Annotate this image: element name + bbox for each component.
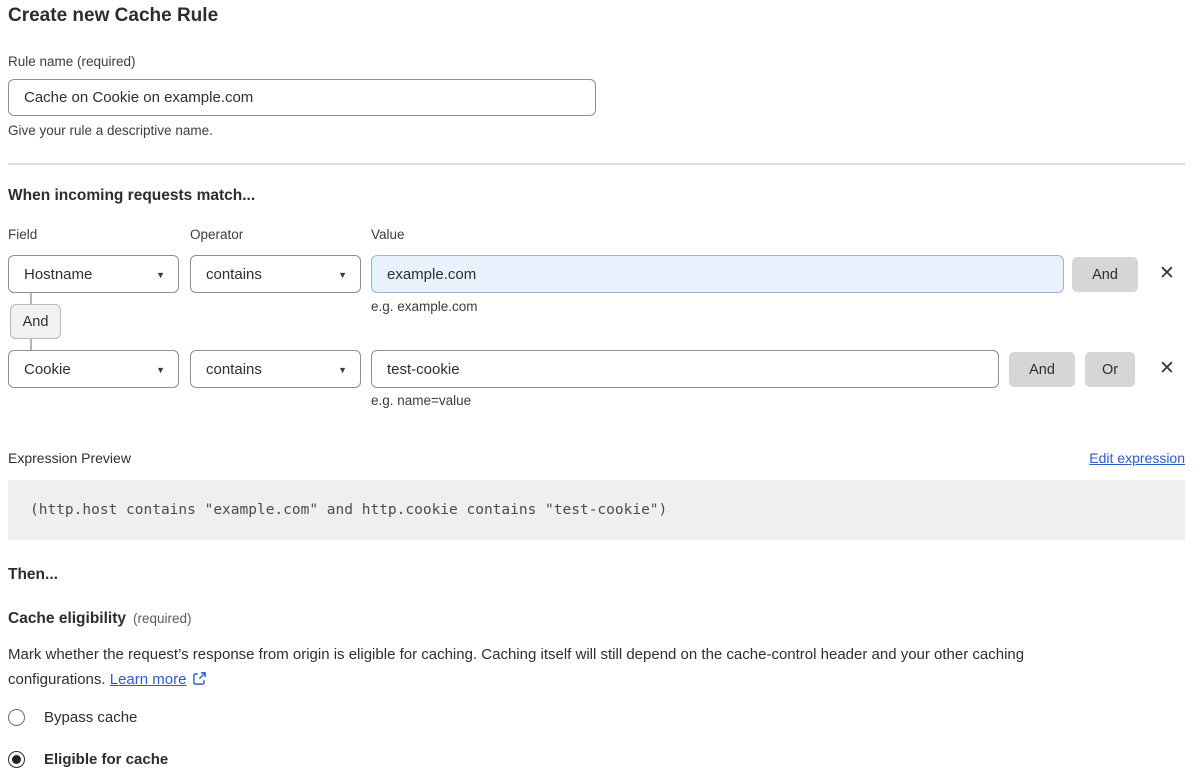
operator-select-row2-value: contains bbox=[206, 361, 262, 378]
chevron-down-icon: ▼ bbox=[338, 269, 347, 280]
section-divider bbox=[8, 163, 1185, 165]
field-column-label: Field bbox=[8, 227, 37, 242]
radio-button-unselected[interactable] bbox=[8, 709, 25, 726]
chevron-down-icon: ▼ bbox=[156, 269, 165, 280]
chevron-down-icon: ▼ bbox=[156, 364, 165, 375]
radio-dot bbox=[12, 755, 21, 764]
operator-select-row1-value: contains bbox=[206, 266, 262, 283]
radio-option-bypass-cache[interactable]: Bypass cache bbox=[8, 709, 137, 726]
add-and-condition-button-row1[interactable]: And bbox=[1072, 257, 1138, 292]
external-link-icon bbox=[192, 670, 207, 695]
value-input-row2[interactable] bbox=[371, 350, 999, 388]
edit-expression-link[interactable]: Edit expression bbox=[1089, 450, 1185, 466]
match-section-heading: When incoming requests match... bbox=[8, 187, 255, 205]
rule-name-helper: Give your rule a descriptive name. bbox=[8, 123, 213, 138]
add-and-condition-button-row2[interactable]: And bbox=[1009, 352, 1075, 387]
field-select-row2-value: Cookie bbox=[24, 361, 71, 378]
field-select-row1[interactable]: Hostname ▼ bbox=[8, 255, 179, 293]
radio-button-selected[interactable] bbox=[8, 751, 25, 768]
then-heading: Then... bbox=[8, 566, 58, 584]
value-column-label: Value bbox=[371, 227, 405, 242]
required-note: (required) bbox=[133, 611, 192, 626]
remove-condition-icon-row2[interactable]: ✕ bbox=[1152, 354, 1182, 384]
value-hint-row2: e.g. name=value bbox=[371, 393, 471, 408]
expression-preview-block: (http.host contains "example.com" and ht… bbox=[8, 480, 1185, 540]
cache-eligibility-description: Mark whether the request’s response from… bbox=[8, 643, 1173, 694]
radio-label-bypass-cache: Bypass cache bbox=[44, 709, 137, 726]
field-select-row2[interactable]: Cookie ▼ bbox=[8, 350, 179, 388]
radio-option-eligible-for-cache[interactable]: Eligible for cache bbox=[8, 751, 168, 768]
connector-and-button[interactable]: And bbox=[10, 304, 61, 339]
remove-condition-icon-row1[interactable]: ✕ bbox=[1152, 259, 1182, 289]
operator-column-label: Operator bbox=[190, 227, 243, 242]
chevron-down-icon: ▼ bbox=[338, 364, 347, 375]
operator-select-row1[interactable]: contains ▼ bbox=[190, 255, 361, 293]
add-or-condition-button-row2[interactable]: Or bbox=[1085, 352, 1135, 387]
value-hint-row1: e.g. example.com bbox=[371, 299, 478, 314]
description-line1: Mark whether the request’s response from… bbox=[8, 646, 1024, 663]
cache-eligibility-title: Cache eligibility bbox=[8, 610, 126, 627]
description-line2: configurations. bbox=[8, 671, 106, 688]
rule-name-input[interactable] bbox=[8, 79, 596, 116]
radio-label-eligible-for-cache: Eligible for cache bbox=[44, 751, 168, 768]
value-input-row1[interactable] bbox=[371, 255, 1064, 293]
field-select-row1-value: Hostname bbox=[24, 266, 92, 283]
rule-name-label: Rule name (required) bbox=[8, 54, 136, 69]
expression-code: (http.host contains "example.com" and ht… bbox=[30, 502, 667, 518]
expression-preview-label: Expression Preview bbox=[8, 450, 131, 466]
page-title: Create new Cache Rule bbox=[8, 5, 218, 27]
cache-eligibility-heading: Cache eligibility (required) bbox=[8, 610, 192, 628]
create-cache-rule-form: Create new Cache Rule Rule name (require… bbox=[0, 0, 1200, 784]
operator-select-row2[interactable]: contains ▼ bbox=[190, 350, 361, 388]
learn-more-link[interactable]: Learn more bbox=[110, 671, 187, 688]
